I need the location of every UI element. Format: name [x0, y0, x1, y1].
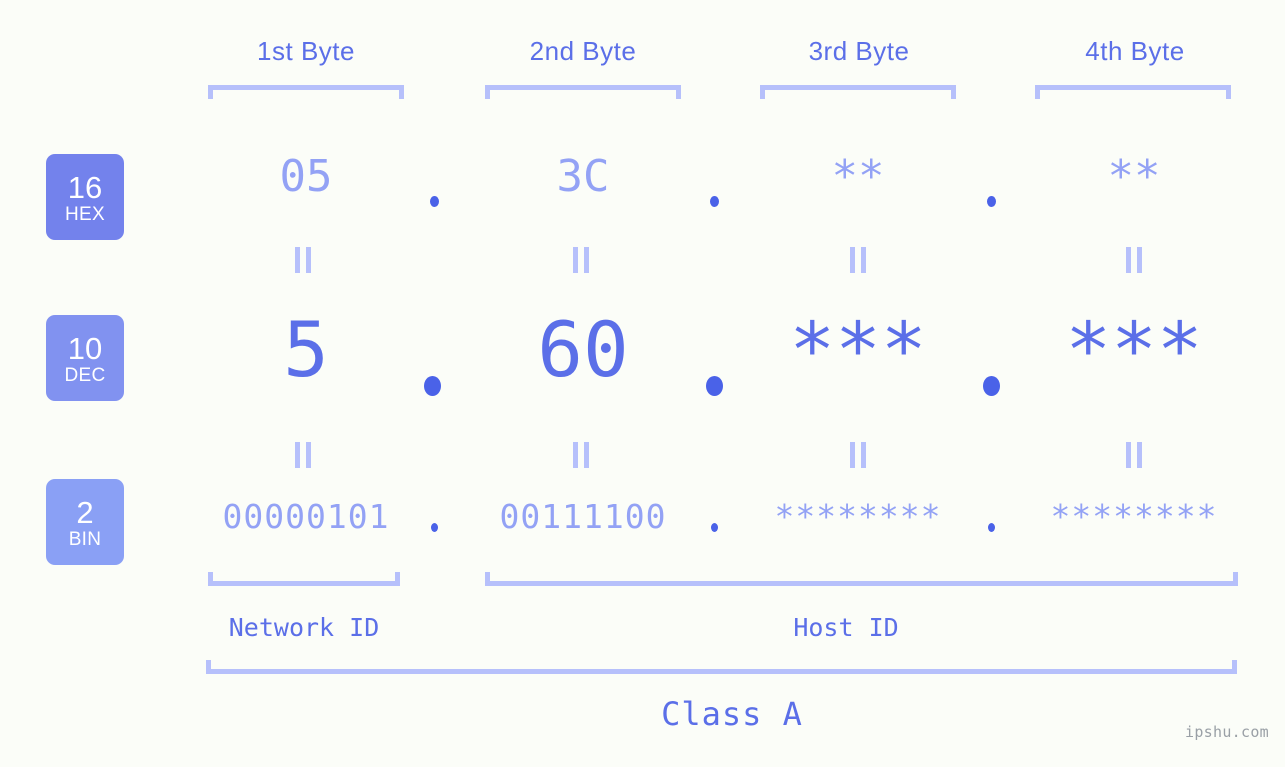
- byte-header-label: 1st Byte: [257, 36, 355, 66]
- host-id-text: Host ID: [793, 613, 899, 642]
- base-badge-name: HEX: [65, 203, 105, 225]
- dec-separator-dot-2: [706, 376, 723, 396]
- bin-separator-dot-1: [431, 523, 438, 532]
- base-badge-number: 2: [76, 494, 94, 530]
- network-id-bracket: [208, 572, 400, 586]
- dec-separator-dot-1: [424, 376, 441, 396]
- dec-byte-2-value: 60: [537, 305, 629, 394]
- network-id-label: Network ID: [204, 613, 404, 643]
- base-badge-name: DEC: [64, 364, 106, 386]
- equals-mark-dec-bin-3: [847, 442, 869, 468]
- base-badge-hex: 16 HEX: [46, 154, 124, 240]
- bin-separator-dot-2: [711, 523, 718, 532]
- hex-separator-dot-2: [710, 196, 719, 207]
- host-id-label: Host ID: [746, 613, 946, 643]
- byte-bracket-top-2: [485, 85, 681, 99]
- dec-byte-1-value: 5: [283, 305, 329, 394]
- byte-header-label: 4th Byte: [1085, 36, 1185, 66]
- byte-header-4: 4th Byte: [1036, 33, 1234, 69]
- equals-mark-dec-bin-1: [292, 442, 314, 468]
- base-badge-number: 10: [67, 330, 103, 366]
- hex-separator-dot-1: [430, 196, 439, 207]
- byte-bracket-top-4: [1035, 85, 1231, 99]
- equals-mark-dec-bin-2: [570, 442, 592, 468]
- equals-mark-hex-dec-1: [292, 247, 314, 273]
- byte-header-label: 2nd Byte: [529, 36, 637, 66]
- hex-byte-2-value: 3C: [556, 151, 610, 202]
- hex-byte-4-value: **: [1107, 151, 1161, 202]
- byte-bracket-top-3: [760, 85, 956, 99]
- bin-byte-1-value: 00000101: [222, 497, 390, 536]
- bin-separator-dot-3: [988, 523, 995, 532]
- dec-byte-3-value: ***: [789, 305, 927, 394]
- ip-address-breakdown-diagram: 1st Byte 2nd Byte 3rd Byte 4th Byte 16 H…: [0, 0, 1285, 767]
- bin-byte-2-value: 00111100: [499, 497, 667, 536]
- class-label-text: Class A: [661, 695, 803, 733]
- byte-bracket-top-1: [208, 85, 404, 99]
- base-badge-dec: 10 DEC: [46, 315, 124, 401]
- class-label: Class A: [632, 695, 832, 733]
- dec-separator-dot-3: [983, 376, 1000, 396]
- byte-header-2: 2nd Byte: [484, 33, 682, 69]
- dec-byte-4-value: ***: [1065, 305, 1203, 394]
- hex-separator-dot-3: [987, 196, 996, 207]
- host-id-bracket: [485, 572, 1238, 586]
- bin-byte-4-value: ********: [1050, 497, 1218, 536]
- class-bracket: [206, 660, 1237, 674]
- equals-mark-dec-bin-4: [1123, 442, 1145, 468]
- bin-byte-3-value: ********: [774, 497, 942, 536]
- network-id-text: Network ID: [228, 613, 380, 642]
- watermark-text: ipshu.com: [1185, 723, 1269, 741]
- base-badge-bin: 2 BIN: [46, 479, 124, 565]
- base-badge-number: 16: [67, 169, 103, 205]
- hex-byte-1-value: 05: [279, 151, 333, 202]
- equals-mark-hex-dec-4: [1123, 247, 1145, 273]
- byte-header-1: 1st Byte: [206, 33, 406, 69]
- hex-byte-3-value: **: [831, 151, 885, 202]
- byte-header-3: 3rd Byte: [760, 33, 958, 69]
- equals-mark-hex-dec-2: [570, 247, 592, 273]
- base-badge-name: BIN: [68, 528, 102, 550]
- byte-header-label: 3rd Byte: [808, 36, 910, 66]
- equals-mark-hex-dec-3: [847, 247, 869, 273]
- watermark: ipshu.com: [1185, 723, 1269, 741]
